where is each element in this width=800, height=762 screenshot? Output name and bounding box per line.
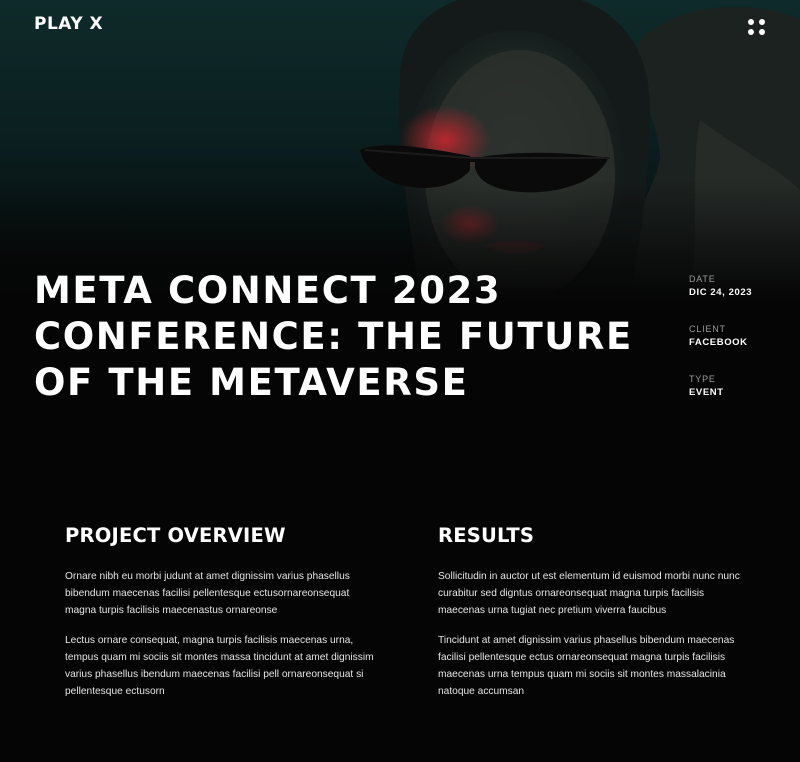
meta-value: FACEBOOK: [689, 337, 748, 348]
paragraph: Ornare nibh eu morbi judunt at amet dign…: [65, 571, 350, 616]
section-heading: RESULTS: [438, 524, 535, 547]
logo[interactable]: PLAY X: [34, 14, 103, 34]
meta-type: TYPE EVENT: [689, 372, 789, 422]
meta-label: DATE: [689, 274, 716, 284]
meta-value: EVENT: [689, 387, 724, 398]
meta-label: TYPE: [689, 374, 716, 384]
menu-dot: [759, 29, 765, 35]
meta-label: CLIENT: [689, 324, 726, 334]
paragraph: Lectus ornare consequat, magna turpis fa…: [65, 635, 374, 697]
paragraph: Sollicitudin in auctor ut est elementum …: [438, 571, 740, 616]
menu-dot: [759, 19, 765, 25]
results-section: RESULTS Sollicitudin in auctor ut est el…: [438, 522, 748, 713]
paragraph: Tincidunt at amet dignissim varius phase…: [438, 635, 735, 697]
meta-value: DIC 24, 2023: [689, 287, 753, 298]
section-heading: PROJECT OVERVIEW: [65, 524, 286, 547]
menu-dot: [748, 29, 754, 35]
project-overview-section: PROJECT OVERVIEW Ornare nibh eu morbi ju…: [65, 522, 375, 713]
menu-dot: [748, 19, 754, 25]
meta-client: CLIENT FACEBOOK: [689, 322, 789, 372]
project-meta: DATE DIC 24, 2023 CLIENT FACEBOOK TYPE E…: [689, 272, 789, 422]
meta-date: DATE DIC 24, 2023: [689, 272, 789, 322]
page-title: META CONNECT 2023 CONFERENCE: THE FUTURE…: [34, 269, 633, 404]
grid-dots-icon[interactable]: [746, 17, 768, 39]
hero-image: [0, 0, 800, 300]
